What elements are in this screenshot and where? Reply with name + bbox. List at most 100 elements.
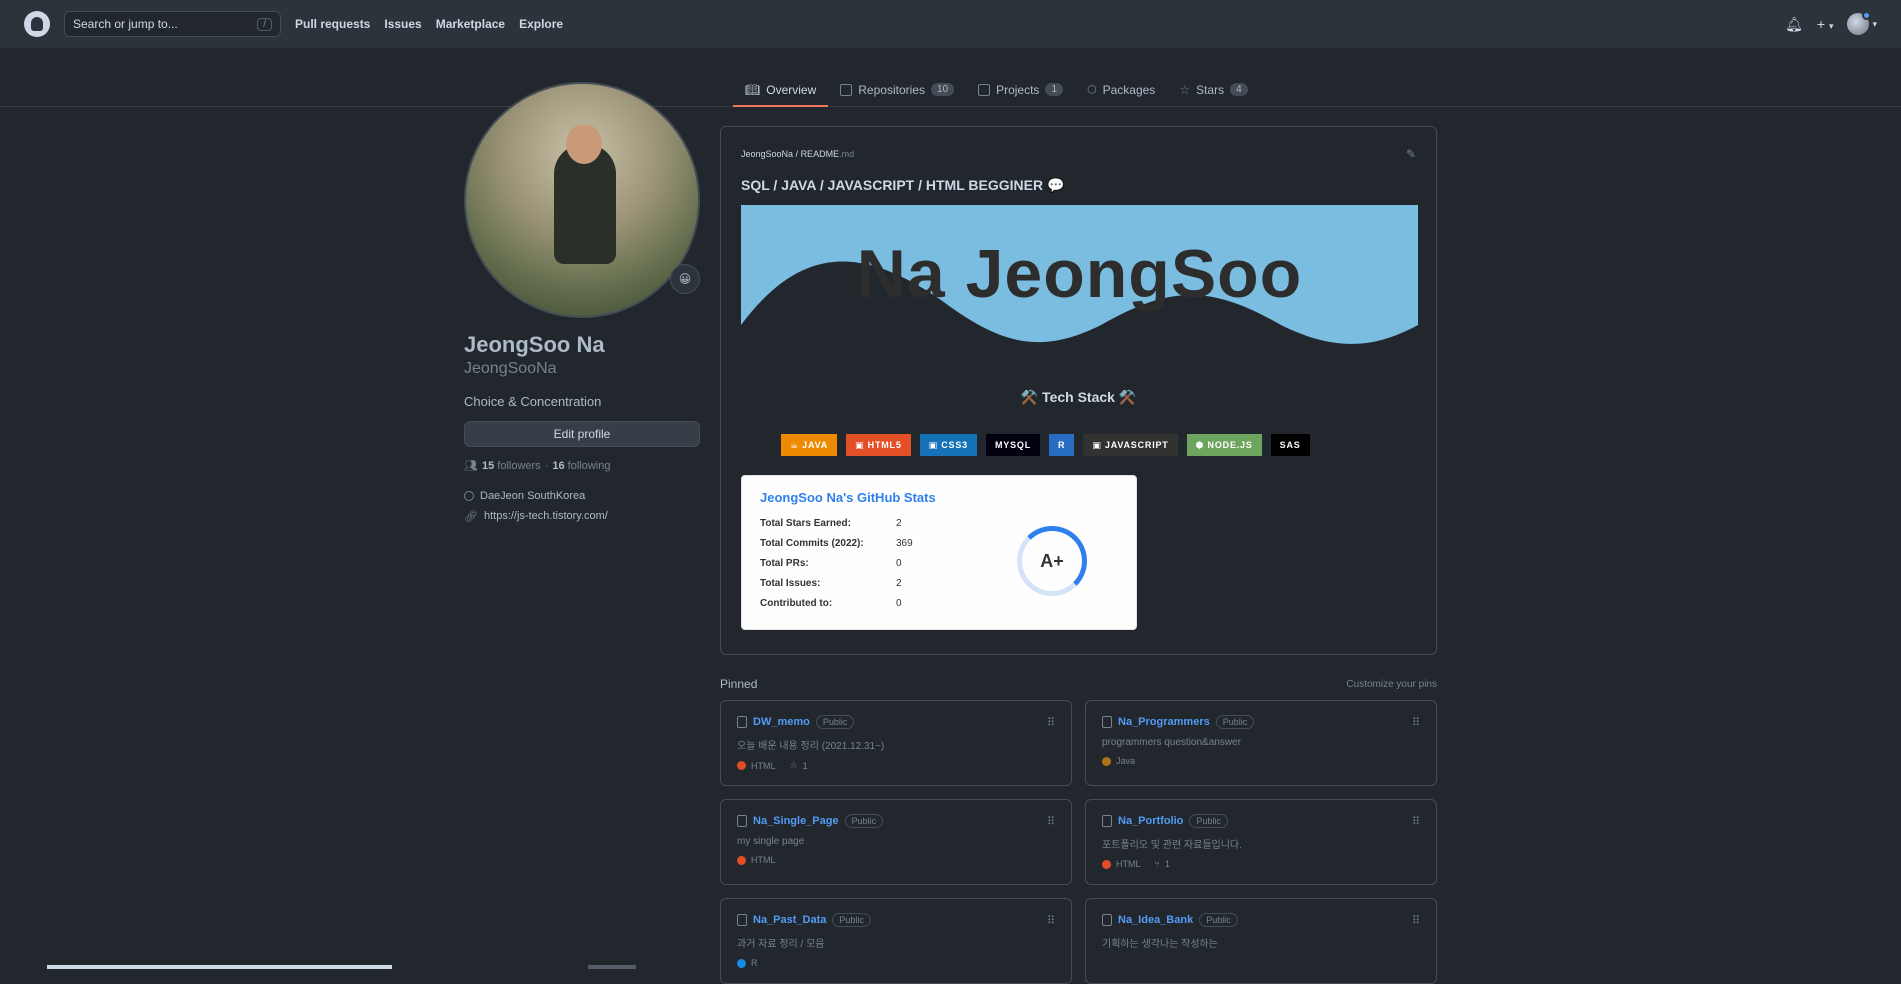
pinned-repo-header: Na_Past_Data Public ⠿: [737, 913, 1055, 927]
repo-language: HTML: [737, 855, 776, 865]
tab-stars[interactable]: ☆ Stars 4: [1167, 72, 1259, 107]
stats-row: Total PRs: 0: [760, 558, 913, 578]
pinned-repo-card: Na_Past_Data Public ⠿ 과거 자료 정리 / 모음 R: [720, 898, 1072, 984]
repo-description: programmers question&answer: [1102, 737, 1241, 748]
drag-handle-icon[interactable]: ⠿: [1412, 914, 1420, 927]
plus-icon: +: [1816, 16, 1826, 32]
avatar: [1847, 11, 1872, 35]
repo-stars[interactable]: ☆ 1: [790, 760, 808, 771]
customize-pins-link[interactable]: Customize your pins: [1346, 679, 1437, 690]
chevron-down-icon: ▾: [1872, 18, 1877, 29]
fork-icon: ⑂: [1154, 859, 1160, 869]
readme-file: README: [800, 149, 840, 159]
repo-icon: [737, 815, 747, 827]
drag-handle-icon[interactable]: ⠿: [1047, 815, 1055, 828]
following-count: 16: [552, 459, 565, 472]
tab-overview[interactable]: 📖︎ Overview: [733, 72, 829, 107]
repo-icon: [840, 83, 853, 96]
following-link[interactable]: 16 following: [552, 460, 610, 472]
tab-count: 4: [1230, 83, 1248, 96]
repo-icon: [1102, 914, 1112, 926]
follow-stats: 👥︎ 15 followers · 16 following: [464, 459, 700, 473]
profile-readme: JeongSooNa / README.md ✎ SQL / JAVA / JA…: [720, 126, 1437, 655]
repo-language: Java: [1102, 756, 1135, 766]
github-logo-icon[interactable]: [24, 11, 50, 37]
pencil-icon[interactable]: ✎: [1406, 147, 1416, 161]
tab-label: Stars: [1196, 82, 1225, 97]
location-row: DaeJeon SouthKorea: [464, 486, 700, 506]
user-menu[interactable]: ▾: [1847, 11, 1877, 35]
readme-heading: SQL / JAVA / JAVASCRIPT / HTML BEGGINER …: [741, 177, 1065, 193]
nav-issues[interactable]: Issues: [384, 17, 421, 31]
drag-handle-icon[interactable]: ⠿: [1412, 815, 1420, 828]
language-name: HTML: [751, 760, 776, 771]
search-input[interactable]: Search or jump to... /: [64, 11, 281, 37]
stats-row: Total Commits (2022): 369: [760, 538, 913, 558]
nav-pull-requests[interactable]: Pull requests: [295, 17, 370, 31]
pinned-repo-header: Na_Idea_Bank Public ⠿: [1102, 913, 1420, 927]
drag-handle-icon[interactable]: ⠿: [1047, 914, 1055, 927]
avatar-photo-head: [566, 124, 602, 164]
repo-name-link[interactable]: Na_Idea_Bank: [1118, 914, 1193, 926]
website-link[interactable]: https://js-tech.tistory.com/: [484, 510, 608, 522]
visibility-badge: Public: [844, 814, 884, 828]
language-name: Java: [1116, 756, 1136, 766]
repo-icon: [737, 914, 747, 926]
profile-avatar[interactable]: [464, 82, 700, 318]
tab-repositories[interactable]: Repositories 10: [828, 72, 966, 107]
stats-label: Contributed to:: [760, 598, 833, 609]
visibility-badge: Public: [1189, 814, 1228, 828]
bell-icon[interactable]: 🔔︎: [1785, 16, 1803, 33]
create-new-menu[interactable]: + ▾: [1817, 16, 1834, 32]
horizontal-scrollbar-thumb[interactable]: [588, 965, 636, 969]
drag-handle-icon[interactable]: ⠿: [1412, 716, 1420, 729]
status-emoji-button[interactable]: 😀: [670, 264, 700, 294]
repo-name-link[interactable]: Na_Portfolio: [1118, 815, 1183, 827]
language-color-dot: [1102, 756, 1111, 766]
search-shortcut-key: /: [257, 17, 272, 31]
top-right-actions: 🔔︎ + ▾ ▾: [1785, 0, 1877, 48]
followers-link[interactable]: 15 followers: [482, 460, 541, 472]
stats-value: 0: [896, 598, 902, 609]
forks-count: 1: [1164, 859, 1170, 869]
pinned-repo-header: Na_Portfolio Public ⠿: [1102, 814, 1420, 828]
stats-row: Contributed to: 0: [760, 598, 913, 618]
stats-label: Total Stars Earned:: [760, 518, 851, 529]
edit-profile-button[interactable]: Edit profile: [464, 421, 700, 447]
stats-value: 0: [896, 558, 902, 569]
repo-name-link[interactable]: Na_Past_Data: [753, 914, 826, 926]
repo-name-link[interactable]: Na_Single_Page: [753, 815, 839, 827]
notification-dot: [1862, 11, 1872, 20]
repo-name-link[interactable]: Na_Programmers: [1118, 716, 1210, 728]
repo-name-link[interactable]: DW_memo: [753, 716, 810, 728]
visibility-badge: Public: [832, 913, 871, 927]
search-placeholder: Search or jump to...: [73, 17, 178, 31]
pinned-repo-card: Na_Idea_Bank Public ⠿ 기획하는 생각나는 작성하는: [1085, 898, 1437, 984]
stats-label: Total PRs:: [760, 558, 809, 569]
pinned-title: Pinned: [720, 677, 758, 691]
repo-meta: HTML ☆ 1: [737, 760, 1055, 771]
horizontal-scrollbar[interactable]: [47, 965, 392, 969]
tab-projects[interactable]: Projects 1: [966, 72, 1075, 107]
language-name: HTML: [1116, 859, 1141, 869]
repo-forks[interactable]: ⑂ 1: [1155, 859, 1170, 869]
repo-icon: [1102, 716, 1112, 728]
nav-marketplace[interactable]: Marketplace: [436, 17, 505, 31]
grade-ring: A+: [1017, 526, 1087, 596]
readme-owner[interactable]: JeongSooNa: [741, 149, 793, 159]
language-name: R: [751, 958, 758, 968]
location-icon: [464, 491, 474, 501]
tech-badge: MYSQL: [985, 434, 1040, 456]
profile-tabs: 📖︎ Overview Repositories 10 Projects 1 ⬡…: [733, 72, 1260, 107]
tech-badge: R: [1049, 434, 1075, 456]
readme-ext: .md: [839, 149, 855, 159]
pinned-repo-card: Na_Portfolio Public ⠿ 포트폴리오 및 관련 자료들입니다. HTM…: [1085, 799, 1437, 885]
tab-packages[interactable]: ⬡ Packages: [1075, 72, 1167, 107]
pinned-repo-header: Na_Single_Page Public ⠿: [737, 814, 1055, 828]
repo-icon: [737, 716, 747, 728]
tab-count: 10: [930, 83, 955, 96]
drag-handle-icon[interactable]: ⠿: [1047, 716, 1055, 729]
repo-icon: [1102, 815, 1112, 827]
stats-label: Total Commits (2022):: [760, 538, 864, 549]
nav-explore[interactable]: Explore: [519, 17, 563, 31]
